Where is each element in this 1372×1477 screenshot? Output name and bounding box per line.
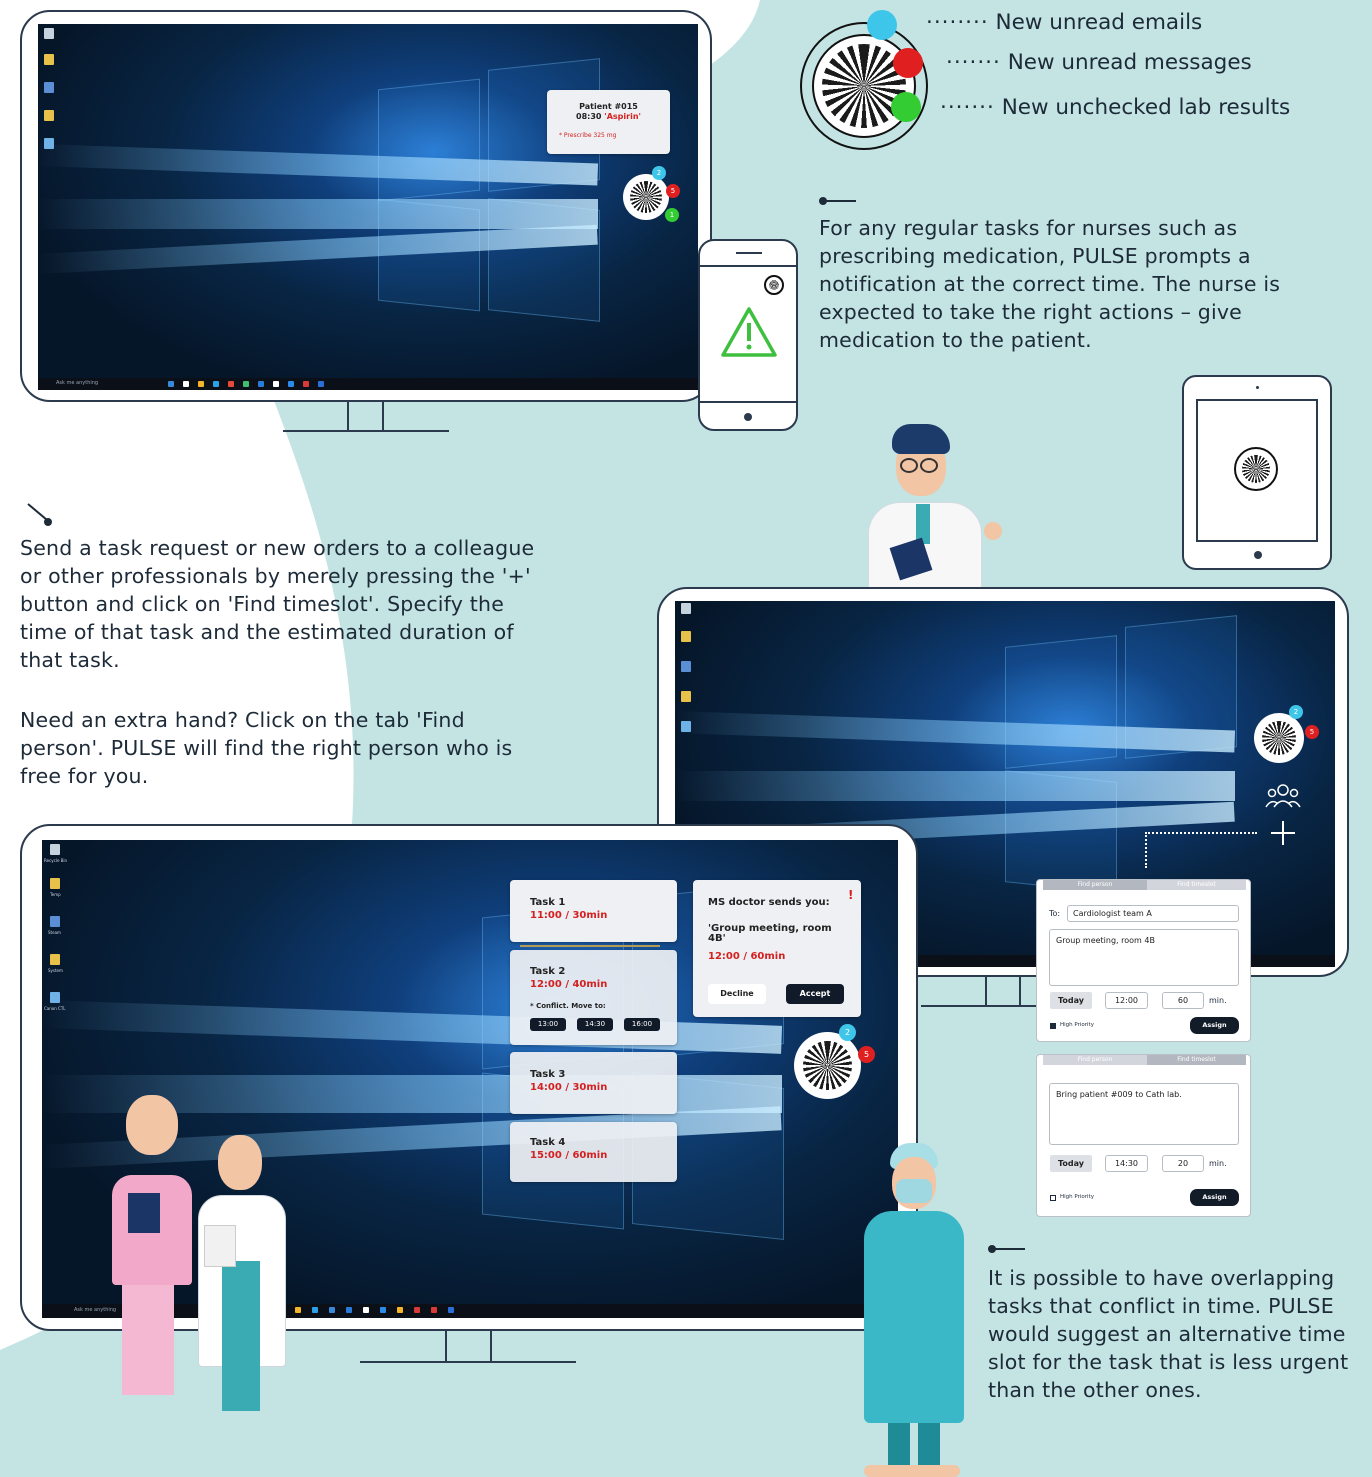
taskbar-search[interactable]: Ask me anything <box>56 380 98 386</box>
tab-find-timeslot[interactable]: Find timeslot <box>1147 1055 1246 1065</box>
legend-lab: ······· New unchecked lab results <box>940 95 1291 120</box>
taskbar: Ask me anything <box>38 378 698 390</box>
tab-find-person[interactable]: Find person <box>1043 880 1147 890</box>
desktop-screen: Patient #015 08:30 'Aspirin' * Prescribe… <box>38 24 698 390</box>
conflict-note: * Conflict. Move to: <box>530 1002 606 1010</box>
task-title: Task 2 <box>530 966 566 977</box>
message-time: 12:00 / 60min <box>708 951 786 962</box>
messages-dot <box>893 48 923 78</box>
nurses-illustration <box>102 1085 302 1467</box>
slot-button[interactable]: 13:00 <box>530 1018 566 1031</box>
lab-dot <box>891 92 921 122</box>
duration-field[interactable]: 60 <box>1162 992 1204 1009</box>
warning-icon <box>721 307 777 357</box>
time-field[interactable]: 14:30 <box>1105 1155 1148 1172</box>
medication-notification[interactable]: Patient #015 08:30 'Aspirin' * Prescribe… <box>547 90 670 154</box>
emails-badge: 2 <box>839 1024 856 1041</box>
decline-button[interactable]: Decline <box>708 984 766 1004</box>
task-card-4[interactable]: Task 4 15:00 / 60min <box>510 1122 677 1182</box>
pulse-button[interactable] <box>794 1032 861 1099</box>
tablet-pulse-icon <box>1234 447 1278 491</box>
top-monitor: Patient #015 08:30 'Aspirin' * Prescribe… <box>20 10 712 402</box>
plus-button[interactable] <box>1271 821 1295 845</box>
desktop-icon-label: System <box>48 968 63 973</box>
legend-messages: ······· New unread messages <box>946 50 1252 75</box>
pulse-logo-legend <box>800 10 928 150</box>
notif-patient: Patient #015 <box>579 102 638 111</box>
to-label: To: <box>1049 909 1061 918</box>
surgeon-illustration <box>860 1143 970 1477</box>
notif-time-drug: 08:30 'Aspirin' <box>576 112 641 121</box>
doctor-illustration <box>866 424 1006 591</box>
desktop-icon-label: Temp <box>50 892 61 897</box>
emails-badge: 2 <box>652 166 666 180</box>
spiral-icon <box>803 1041 852 1090</box>
task-time: 15:00 / 60min <box>530 1150 608 1161</box>
duration-field[interactable]: 20 <box>1162 1155 1204 1172</box>
today-button[interactable]: Today <box>1050 992 1092 1009</box>
send-task-text: Send a task request or new orders to a c… <box>20 536 535 672</box>
task-time: 12:00 / 40min <box>530 979 608 990</box>
tablet-device <box>1182 375 1332 570</box>
desktop-icon-label: Recycle Bin <box>44 858 68 863</box>
message-body: 'Group meeting, room 4B' <box>708 923 832 944</box>
legend-emails: ········ New unread emails <box>926 10 1203 35</box>
duration-unit: min. <box>1209 996 1227 1005</box>
task-card-2[interactable]: Task 2 12:00 / 40min * Conflict. Move to… <box>510 950 677 1045</box>
overlap-text: It is possible to have overlapping tasks… <box>988 1266 1349 1402</box>
task-title: Task 1 <box>530 897 566 908</box>
find-timeslot-form-1: Find person Find timeslot To: Cardiologi… <box>1036 879 1251 1042</box>
duration-unit: min. <box>1209 1159 1227 1168</box>
priority-checkbox[interactable] <box>1050 1195 1056 1201</box>
phone-pulse-icon <box>764 275 784 295</box>
task-time: 11:00 / 30min <box>530 910 608 921</box>
task-time: 14:00 / 30min <box>530 1082 608 1093</box>
messages-badge: 5 <box>1305 725 1319 739</box>
message-field[interactable]: Group meeting, room 4B <box>1049 929 1239 986</box>
desktop-icon-label: Steam <box>48 930 61 935</box>
tab-find-person[interactable]: Find person <box>1043 1055 1147 1065</box>
emails-badge: 2 <box>1289 705 1303 719</box>
message-field[interactable]: Bring patient #009 to Cath lab. <box>1049 1083 1239 1145</box>
today-button[interactable]: Today <box>1050 1155 1092 1172</box>
priority-label: High Priority <box>1060 1194 1094 1200</box>
messages-badge: 5 <box>858 1046 875 1063</box>
lab-badge: 1 <box>665 208 679 222</box>
messages-badge: 5 <box>666 184 680 198</box>
priority-label: High Priority <box>1060 1022 1094 1028</box>
task-card-1[interactable]: Task 1 11:00 / 30min <box>510 880 677 942</box>
emails-dot <box>867 10 897 40</box>
notif-note: * Prescribe 325 mg <box>559 132 617 139</box>
spiral-icon <box>1262 721 1296 755</box>
time-field[interactable]: 12:00 <box>1105 992 1148 1009</box>
message-card[interactable]: MS doctor sends you: ! 'Group meeting, r… <box>693 880 861 1017</box>
assign-button[interactable]: Assign <box>1190 1017 1239 1034</box>
find-timeslot-form-2: Find person Find timeslot Bring patient … <box>1036 1054 1251 1217</box>
assign-button[interactable]: Assign <box>1190 1189 1239 1206</box>
people-icon[interactable] <box>1265 783 1301 809</box>
to-field[interactable]: Cardiologist team A <box>1067 905 1239 922</box>
alert-icon: ! <box>848 888 854 902</box>
pulse-button[interactable] <box>623 174 669 220</box>
regular-tasks-text: For any regular tasks for nurses such as… <box>819 216 1281 352</box>
task-title: Task 3 <box>530 1069 566 1080</box>
accept-button[interactable]: Accept <box>786 984 844 1004</box>
pulse-button[interactable] <box>1254 713 1304 763</box>
message-header: MS doctor sends you: <box>708 897 830 908</box>
spiral-icon <box>630 181 662 213</box>
priority-checkbox[interactable] <box>1050 1023 1056 1029</box>
task-card-3[interactable]: Task 3 14:00 / 30min <box>510 1052 677 1114</box>
slot-button[interactable]: 14:30 <box>577 1018 613 1031</box>
desktop-icon-label: Canon CTL <box>44 1006 66 1011</box>
slot-button[interactable]: 16:00 <box>624 1018 660 1031</box>
task-title: Task 4 <box>530 1137 566 1148</box>
tab-find-timeslot[interactable]: Find timeslot <box>1147 880 1246 890</box>
phone-device <box>698 239 798 431</box>
extra-hand-text: Need an extra hand? Click on the tab 'Fi… <box>20 708 513 788</box>
